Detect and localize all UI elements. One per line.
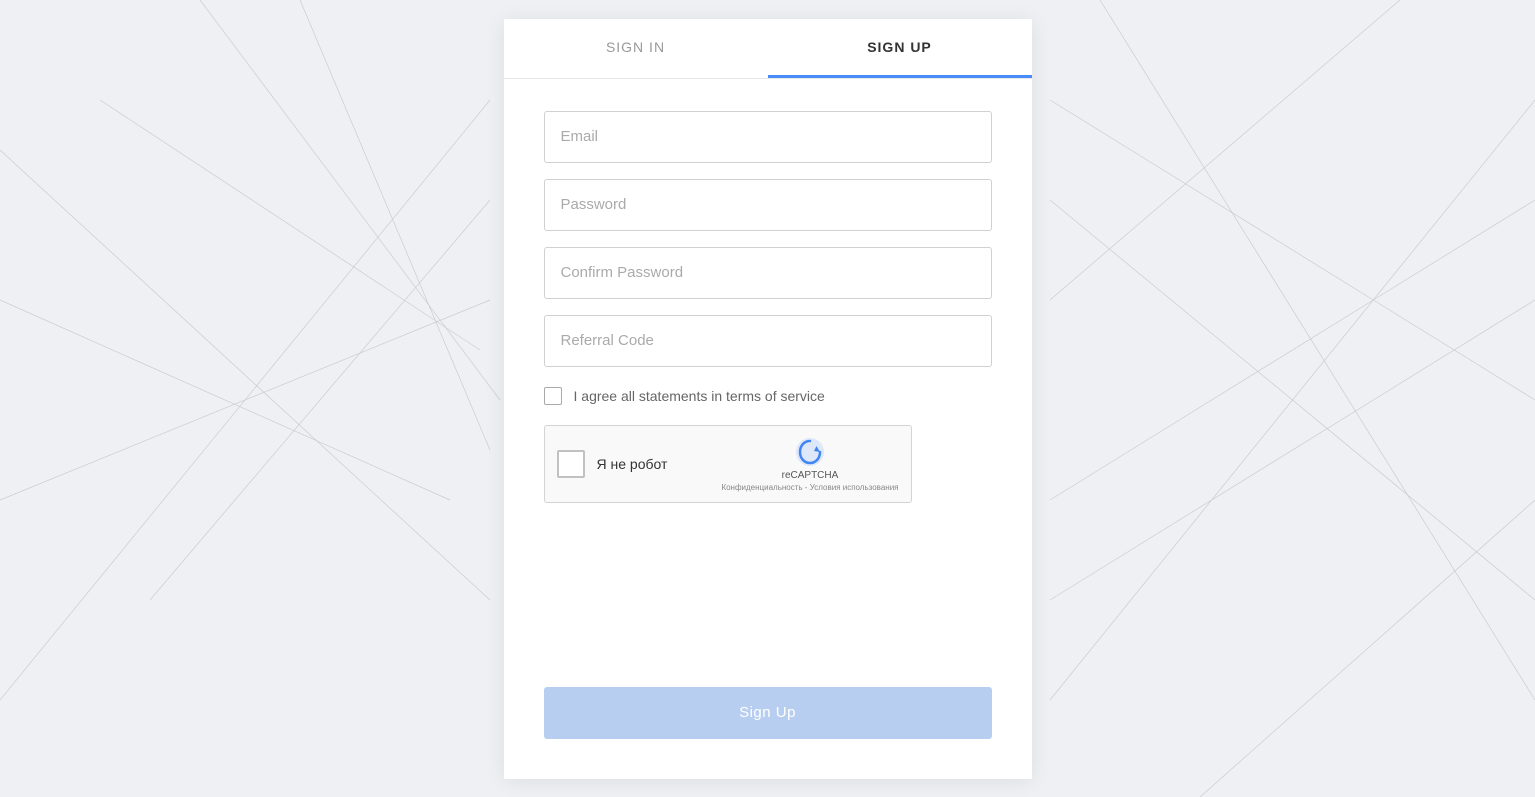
signup-button[interactable]: Sign Up (544, 687, 992, 739)
signup-form: I agree all statements in terms of servi… (504, 79, 1032, 667)
recaptcha-brand-text: reCAPTCHA (782, 470, 839, 481)
recaptcha-widget[interactable]: Я не робот reCAPTCHA Конфиденциальность … (544, 425, 912, 503)
recaptcha-branding: reCAPTCHA Конфиденциальность - Условия и… (721, 436, 898, 492)
terms-checkbox[interactable] (544, 387, 562, 405)
recaptcha-logo-icon (794, 436, 826, 468)
password-field[interactable] (544, 179, 992, 231)
terms-label: I agree all statements in terms of servi… (574, 388, 825, 404)
auth-tabs: SIGN IN SIGN UP (504, 19, 1032, 79)
email-field[interactable] (544, 111, 992, 163)
tab-sign-in[interactable]: SIGN IN (504, 19, 768, 78)
recaptcha-label: Я не робот (597, 456, 710, 472)
referral-code-field[interactable] (544, 315, 992, 367)
confirm-password-field[interactable] (544, 247, 992, 299)
terms-row: I agree all statements in terms of servi… (544, 387, 992, 405)
tab-sign-up[interactable]: SIGN UP (768, 19, 1032, 78)
recaptcha-links-text: Конфиденциальность - Условия использован… (721, 483, 898, 492)
auth-card: SIGN IN SIGN UP I agree all statements i… (504, 19, 1032, 779)
recaptcha-checkbox[interactable] (557, 450, 585, 478)
